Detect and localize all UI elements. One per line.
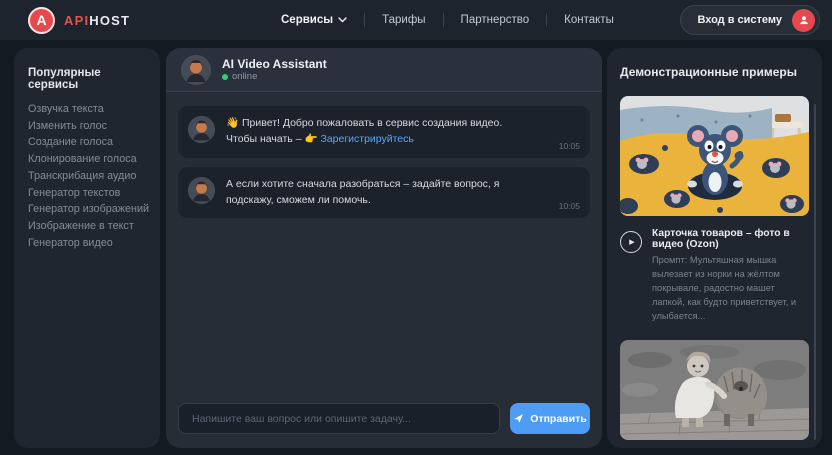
- sidebar-item-clone-voice[interactable]: Клонирование голоса: [28, 153, 146, 166]
- login-button-label: Вход в систему: [697, 14, 782, 26]
- demo-video-thumbnail-portrait[interactable]: [620, 339, 809, 440]
- brand-text: APIHOST: [64, 13, 130, 28]
- assistant-message: А если хотите сначала разобраться – зада…: [178, 166, 590, 219]
- register-link[interactable]: Зарегистрируйтесь: [320, 133, 413, 145]
- assistant-name: AI Video Assistant: [222, 57, 327, 71]
- scrollbar[interactable]: [814, 104, 816, 440]
- nav-link-contacts[interactable]: Контакты: [564, 14, 614, 26]
- sidebar-item-text-generator[interactable]: Генератор текстов: [28, 187, 146, 200]
- online-dot-icon: [222, 73, 228, 80]
- examples-panel: Демонстрационные примеры ▶ Карточка това…: [607, 48, 822, 448]
- brand-secondary: HOST: [89, 12, 131, 28]
- sidebar-title: Популярные сервисы: [28, 67, 101, 91]
- nav-link-services[interactable]: Сервисы: [281, 14, 347, 26]
- message-text: А если хотите сначала разобраться – зада…: [226, 177, 500, 206]
- nav-separator: [546, 13, 548, 27]
- sidebar-item-video-generator[interactable]: Генератор видео: [28, 237, 146, 250]
- chat-input-row: Отправить: [178, 403, 590, 434]
- sidebar-item-image-generator[interactable]: Генератор изображений: [28, 204, 149, 216]
- examples-title: Демонстрационные примеры: [620, 65, 797, 79]
- demo-card-title: Карточка товаров – фото в видео (Ozon): [652, 228, 790, 250]
- login-button[interactable]: Вход в систему: [680, 5, 820, 35]
- nav-link-label: Сервисы: [281, 14, 334, 26]
- message-line: Чтобы начать – 👉: [226, 133, 321, 146]
- message-avatar: [188, 176, 215, 204]
- nav-links: Сервисы Тарифы Партнерство Контакты: [281, 0, 614, 40]
- services-sidebar: Популярные сервисы Озвучка текста Измени…: [14, 48, 160, 448]
- paper-plane-icon: [514, 414, 524, 423]
- message-time: 10:05: [558, 201, 580, 212]
- nav-link-partnership[interactable]: Партнерство: [461, 14, 530, 26]
- demo-card-prompt: Промпт: Мультяшная мышка вылезает из нор…: [652, 255, 797, 321]
- message-time: 10:05: [558, 140, 580, 151]
- chat-input[interactable]: [178, 403, 500, 434]
- chat-panel: AI Video Assistant online 👋 Привет! Добр…: [166, 48, 602, 448]
- logo-icon: A: [28, 6, 55, 34]
- message-avatar: [188, 116, 215, 143]
- sidebar-item-voiceover[interactable]: Озвучка текста: [28, 103, 146, 116]
- message-list: 👋 Привет! Добро пожаловать в сервис созд…: [166, 92, 602, 219]
- play-icon[interactable]: ▶: [620, 231, 642, 253]
- chevron-down-icon: [338, 17, 347, 23]
- assistant-identity: AI Video Assistant online: [222, 57, 327, 82]
- demo-video-thumbnail-mouse[interactable]: [620, 96, 809, 216]
- assistant-avatar: [181, 54, 211, 85]
- sidebar-item-transcription[interactable]: Транскрибация аудио: [28, 170, 146, 183]
- assistant-status: online: [222, 71, 327, 82]
- nav-separator: [364, 13, 366, 27]
- assistant-message: 👋 Привет! Добро пожаловать в сервис созд…: [178, 106, 590, 158]
- send-button-label: Отправить: [530, 412, 587, 425]
- message-text: 👋 Привет! Добро пожаловать в сервис созд…: [226, 115, 538, 148]
- sidebar-item-change-voice[interactable]: Изменить голос: [28, 120, 146, 133]
- logo[interactable]: A APIHOST: [28, 6, 130, 34]
- chat-header: AI Video Assistant online: [166, 48, 602, 92]
- send-button[interactable]: Отправить: [510, 403, 590, 434]
- status-label: online: [232, 71, 258, 82]
- brand-primary: API: [64, 12, 90, 28]
- sidebar-item-create-voice[interactable]: Создание голоса: [28, 137, 146, 149]
- top-navbar: A APIHOST Сервисы Тарифы Партнерство Кон…: [0, 0, 832, 40]
- nav-link-pricing[interactable]: Тарифы: [382, 14, 425, 26]
- message-line: 👋 Привет! Добро пожаловать в сервис созд…: [226, 117, 503, 129]
- nav-separator: [442, 13, 444, 27]
- demo-card-caption: ▶ Карточка товаров – фото в видео (Ozon)…: [620, 228, 809, 324]
- sidebar-item-image-to-text[interactable]: Изображение в текст: [28, 220, 146, 233]
- demo-card-text: Карточка товаров – фото в видео (Ozon) П…: [652, 228, 809, 324]
- user-icon: [792, 8, 815, 32]
